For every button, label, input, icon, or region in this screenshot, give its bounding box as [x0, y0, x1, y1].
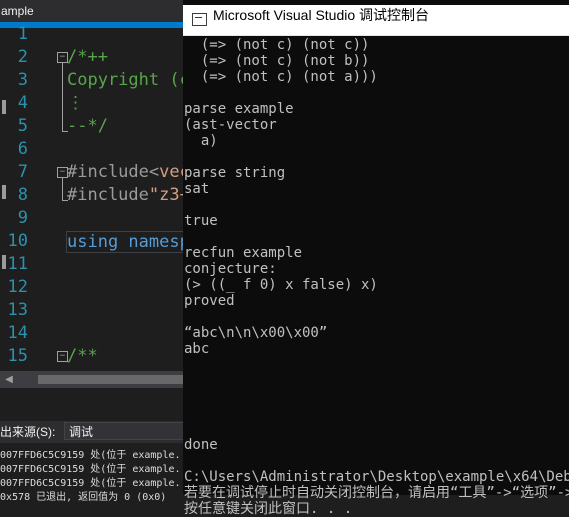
code-comment: ⋮ [67, 93, 84, 113]
output-source-label: 出来源(S): [0, 425, 56, 439]
line-number: 8 [17, 185, 28, 205]
code-comment: Copyright (c [67, 70, 190, 90]
line-number: 7 [17, 162, 28, 182]
code-comment: /** [67, 346, 98, 366]
output-line: 007FFD6C5C9159 处(位于 example. [0, 464, 181, 475]
fold-guide [62, 178, 63, 200]
console-line: (> ((_ f 0) x false) x) [184, 277, 378, 293]
line-number: 15 [7, 346, 28, 366]
console-line: a) [184, 133, 218, 149]
line-number: 4 [17, 93, 28, 113]
console-line: proved [184, 293, 235, 309]
console-line: (ast-vector [184, 117, 277, 133]
console-line: conjecture: [184, 261, 277, 277]
console-line: recfun example [184, 245, 303, 261]
line-number: 3 [17, 70, 28, 90]
console-title: Microsoft Visual Studio 调试控制台 [213, 7, 430, 23]
console-line: (=> (not c) (not a))) [184, 69, 378, 85]
include-directive: #include [67, 185, 149, 205]
console-line: true [184, 213, 218, 229]
console-line: “abc\n\n\x00\x00” [184, 325, 328, 341]
editor-tab[interactable]: ample [0, 0, 190, 22]
output-source-select[interactable]: 调试 [64, 422, 190, 440]
scroll-left-icon[interactable]: ◀ [2, 371, 16, 388]
console-line: (=> (not c) (not c)) [184, 37, 370, 53]
console-line: parse example [184, 101, 294, 117]
keyword-using: using [67, 232, 119, 252]
console-line: parse string [184, 165, 286, 181]
line-number: 14 [7, 323, 28, 343]
output-line: 007FFD6C5C9159 处(位于 example. [0, 450, 181, 461]
line-number: 12 [7, 277, 28, 297]
line-number: 10 [7, 231, 28, 251]
line-number: 6 [17, 139, 28, 159]
line-number: 9 [17, 208, 28, 228]
editor-tab-title: ample [1, 4, 34, 18]
keyword-namespace: namesp [118, 232, 190, 252]
output-line: 007FFD6C5C9159 处(位于 example. [0, 478, 181, 489]
output-toolbar: 出来源(S): 调试 [0, 421, 190, 443]
line-number: 5 [17, 116, 28, 136]
console-line: 若要在调试停止时自动关闭控制台，请启用“工具”->“选项”-> [184, 485, 569, 501]
line-number: 13 [7, 300, 28, 320]
include-directive: #include< [67, 162, 160, 182]
line-number: 11 [7, 254, 28, 274]
code-comment: --*/ [67, 116, 108, 136]
console-line: 按任意键关闭此窗口. . . [184, 501, 353, 517]
code-preprocessor: #include<vec [67, 162, 190, 182]
fold-guide [62, 63, 63, 131]
debug-console-window[interactable]: Microsoft Visual Studio 调试控制台 (=> (not c… [183, 0, 569, 517]
scrollbar-thumb[interactable] [38, 375, 190, 384]
console-line: C:\Users\Administrator\Desktop\example\x… [184, 469, 569, 485]
output-line: 0x578 已退出, 返回值为 0 (0x0) [0, 492, 167, 503]
console-line: sat [184, 181, 210, 197]
console-title-bar[interactable]: Microsoft Visual Studio 调试控制台 [183, 5, 569, 36]
console-line: (=> (not c) (not b)) [184, 53, 370, 69]
code-comment: /*++ [67, 47, 108, 67]
console-app-icon [192, 13, 207, 26]
line-number: 2 [17, 47, 28, 67]
code-preprocessor: #include"z3+ [67, 185, 190, 205]
line-number: 1 [17, 24, 28, 44]
tab-active-strip [0, 22, 190, 28]
console-line: done [184, 437, 218, 453]
console-line: abc [184, 341, 210, 357]
